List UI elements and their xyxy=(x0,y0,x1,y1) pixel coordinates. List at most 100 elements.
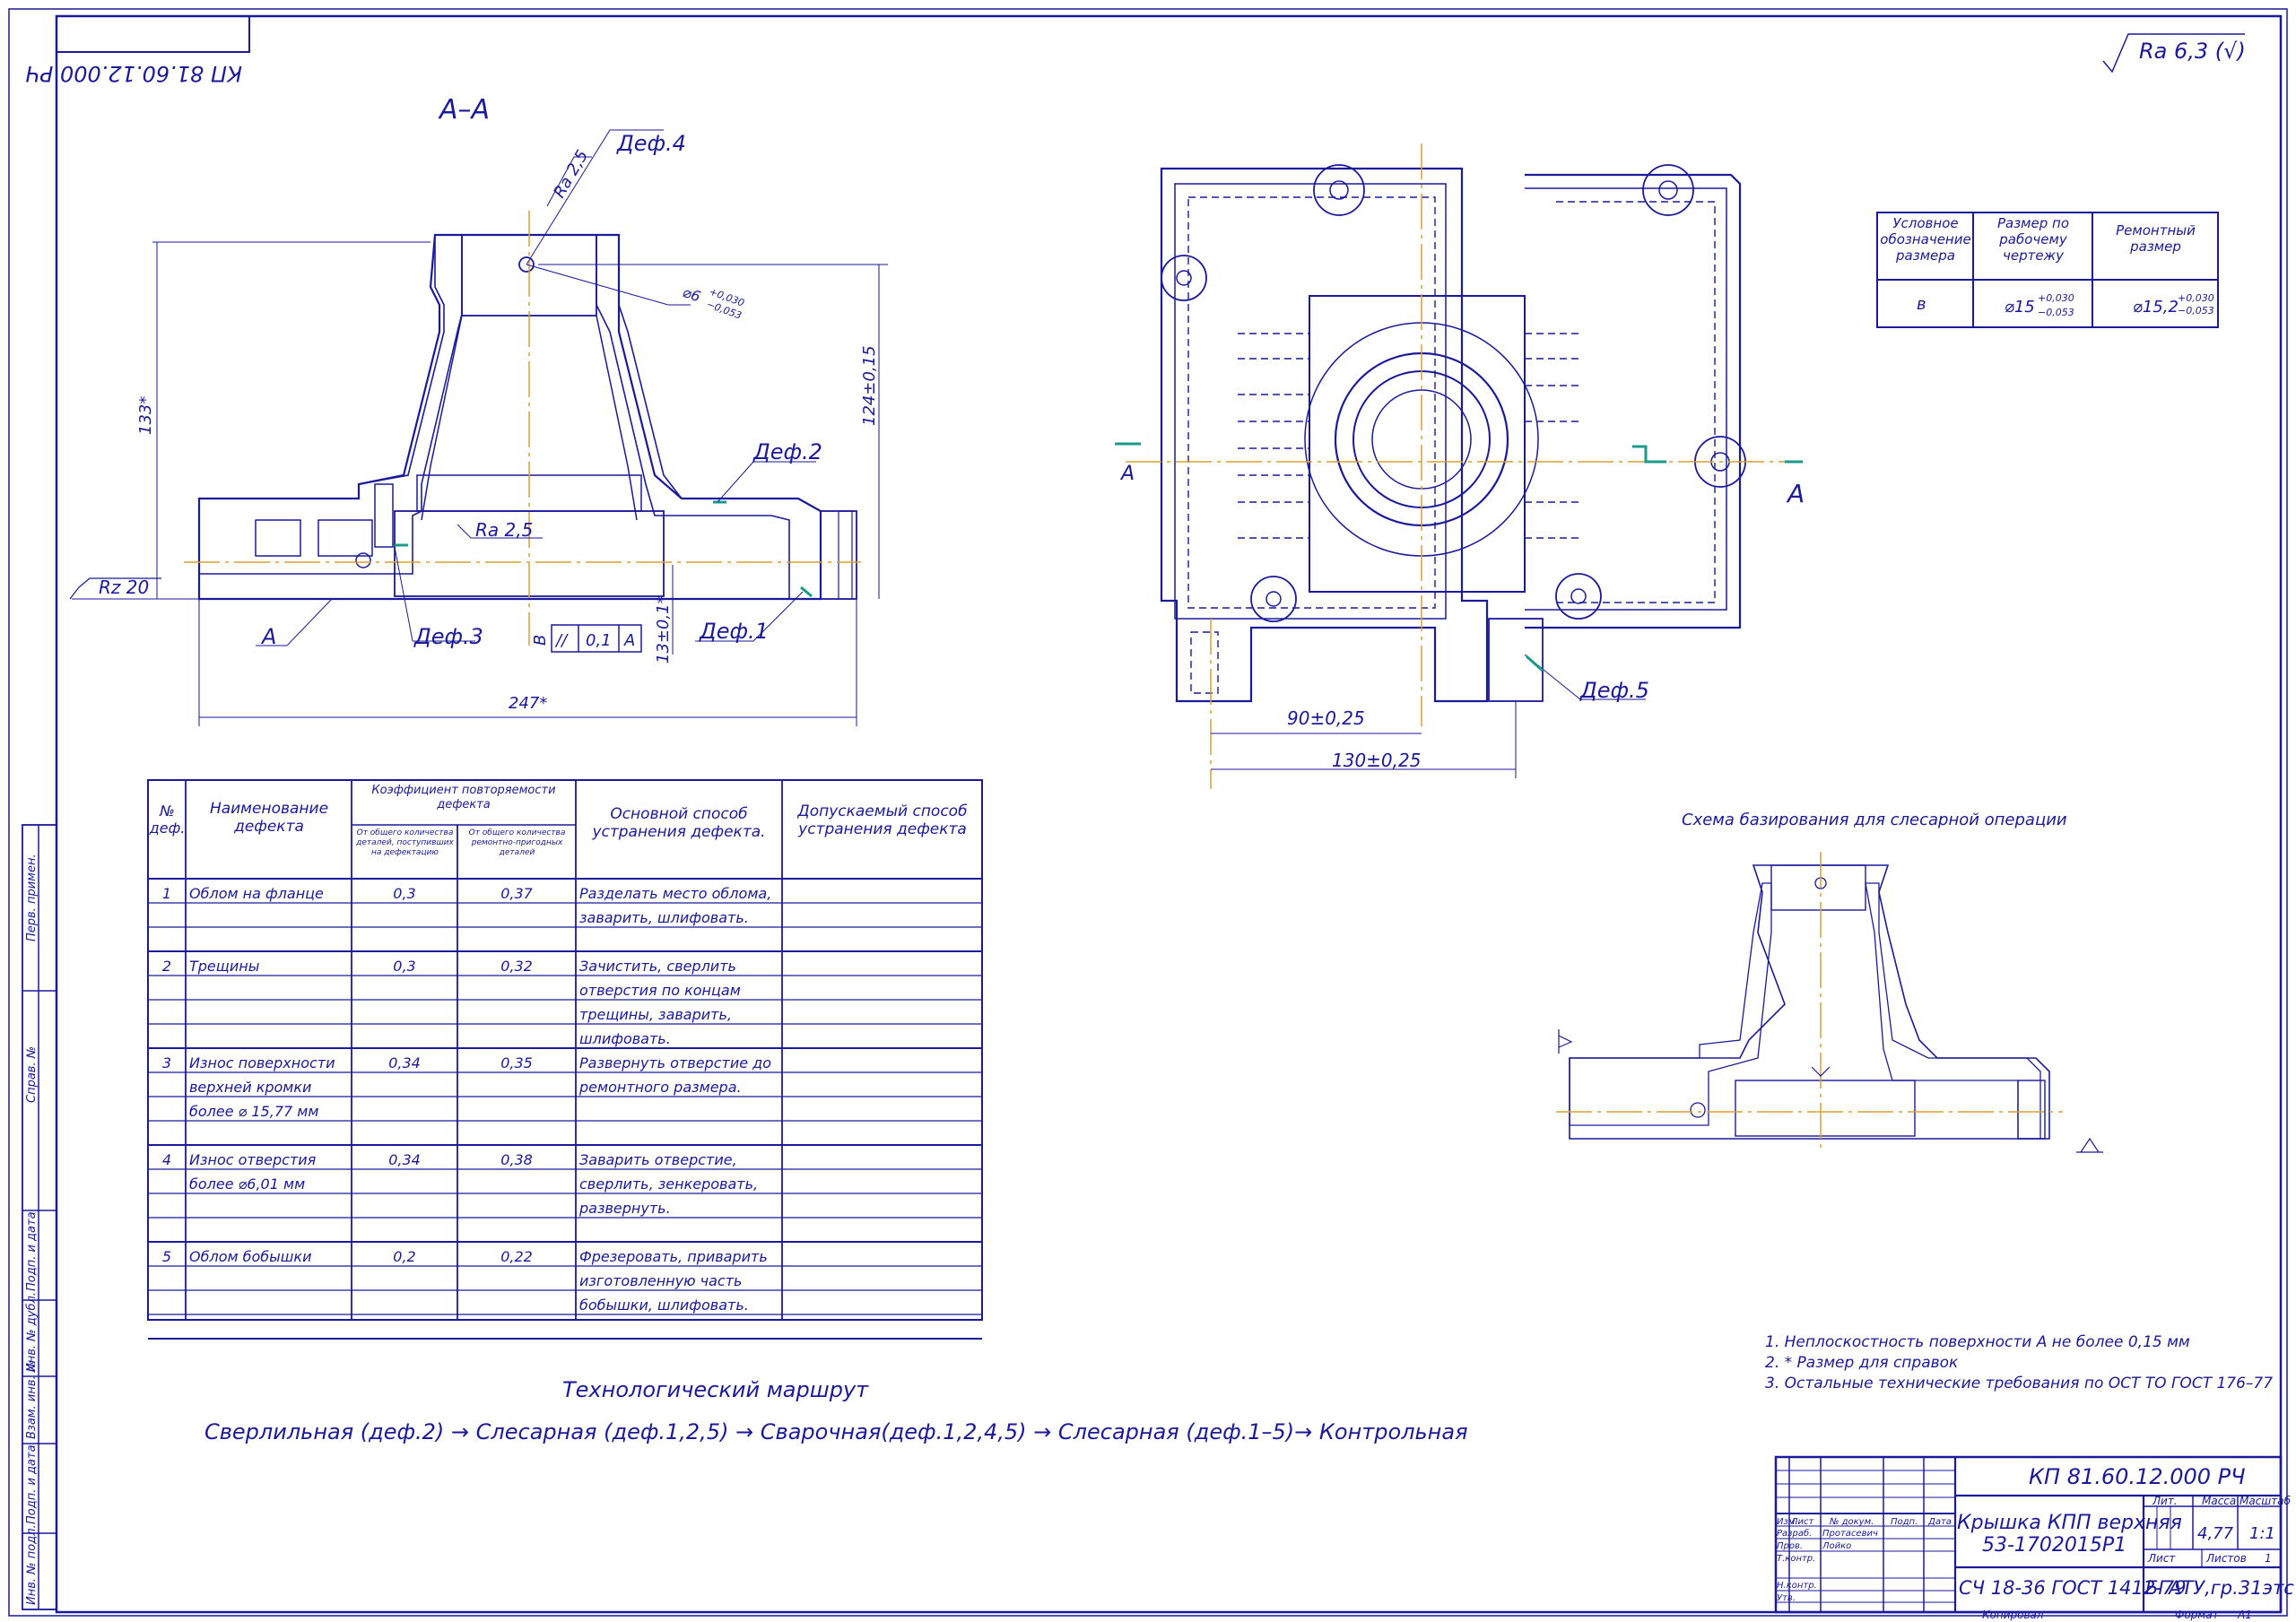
tb-prov-name: Лойко xyxy=(1822,1541,1851,1551)
defect-fix: Разделать место облома, заварить, шлифов… xyxy=(579,885,772,926)
defect-coef-b: 0,22 xyxy=(500,1248,533,1265)
size-table-h2: Размер по рабочему чертежу xyxy=(1996,215,2070,264)
defect-fix: Заварить отверстие, сверлить, зенкероват… xyxy=(579,1151,759,1217)
dim-13: 13±0,1* xyxy=(654,595,673,664)
defect-coef-a: 0,3 xyxy=(393,885,416,902)
defect-name: Облом на фланце xyxy=(189,885,324,902)
def1-label: Деф.1 xyxy=(699,619,769,644)
tb-r-tkontr: Т.контр. xyxy=(1777,1554,1815,1564)
route-text: Сверлильная (деф.2) → Слесарная (деф.1,2… xyxy=(204,1419,1468,1444)
size-work-dn: −0,053 xyxy=(2038,307,2074,318)
size-table-h3: Ремонтный размер xyxy=(2116,222,2196,255)
drawing-sheet: КП 81.60.12.000 РЧ Ra 6,3 (√) А–А Деф.4 … xyxy=(8,8,2294,1621)
note-3: 3. Остальные технические требования по О… xyxy=(1765,1375,2273,1392)
size-work: ⌀15 xyxy=(2005,298,2035,317)
defect-fix: Зачистить, сверлить отверстия по концам … xyxy=(579,958,741,1047)
tb-col-sign: Подп. xyxy=(1891,1517,1918,1527)
route-title: Технологический маршрут xyxy=(562,1377,869,1402)
size-repair: ⌀15,2 xyxy=(2133,298,2179,317)
defect-no: 2 xyxy=(161,958,172,975)
plan-view xyxy=(1115,143,1803,789)
tol-sym: // xyxy=(554,631,569,650)
tb-col-doc: № докум. xyxy=(1829,1517,1874,1527)
tb-r-nkontr: Н.контр. xyxy=(1777,1581,1817,1591)
defect-fix: Фрезеровать, приварить изготовленную час… xyxy=(579,1248,768,1314)
defect-coef-b: 0,35 xyxy=(500,1054,533,1071)
strip-7: Инв. № подл. xyxy=(25,1524,39,1605)
defect-name: Облом бобышки xyxy=(189,1248,312,1265)
tb-org: БГАТУ,гр.31этс xyxy=(2145,1577,2294,1599)
roughness-general-text: Ra 6,3 (√) xyxy=(2139,39,2246,64)
strip-3: Подп. и дата xyxy=(25,1211,39,1291)
dim-90: 90±0,25 xyxy=(1287,707,1365,729)
defect-h-allowed: Допускаемый способ устранения дефекта xyxy=(797,802,968,838)
size-repair-dn: −0,053 xyxy=(2178,305,2214,317)
defect-coef-a: 0,34 xyxy=(388,1151,421,1168)
defect-coef-b: 0,32 xyxy=(500,958,533,975)
def4-label: Деф.4 xyxy=(616,131,686,156)
defect-h-no: № деф. xyxy=(149,802,186,837)
size-symbol: в xyxy=(1917,295,1926,314)
tb-razrab-name: Протасевич xyxy=(1822,1529,1878,1539)
strip-1: Перв. примен. xyxy=(25,854,39,941)
defect-h-coef: Коэффициент повторяемости дефекта xyxy=(371,784,556,811)
scheme-view xyxy=(1556,852,2103,1153)
tb-name-2: 53-1702015Р1 xyxy=(1982,1534,2126,1557)
strip-6: Подп. и дата xyxy=(25,1444,39,1524)
defect-name: Трещины xyxy=(189,958,260,975)
tb-scale-label: Масштаб xyxy=(2239,1495,2292,1507)
tb-col-list: Лист xyxy=(1790,1517,1815,1527)
strip-5: Взам. инв. № xyxy=(25,1360,39,1439)
tol-val: 0,1 xyxy=(586,631,612,650)
defect-no: 1 xyxy=(161,885,172,902)
size-work-up: +0,030 xyxy=(2038,292,2074,304)
tb-mass-label: Масса xyxy=(2202,1495,2236,1507)
tb-lit-label: Лит. xyxy=(2152,1495,2178,1507)
defect-h-main: Основной способ устранения дефекта. xyxy=(592,805,766,841)
defect-h-name: Наименование дефекта xyxy=(209,800,329,836)
defect-no: 5 xyxy=(161,1248,172,1265)
plan-arrow-a-left: А xyxy=(1119,463,1135,485)
note-1: 1. Неплоскостность поверхности А не боле… xyxy=(1765,1333,2190,1351)
def3-label: Деф.3 xyxy=(413,624,483,649)
tb-format: А1 xyxy=(2237,1609,2252,1621)
dim-133: 133* xyxy=(136,396,155,435)
strip-4: Инв. № дубл. xyxy=(25,1292,39,1372)
tb-sheets-label: Листов xyxy=(2205,1552,2247,1565)
base-a-label: А xyxy=(260,624,276,649)
tb-r-prov: Пров. xyxy=(1777,1541,1803,1551)
defect-fix: Развернуть отверстие до ремонтного разме… xyxy=(579,1054,771,1096)
tb-name-1: Крышка КПП верхняя xyxy=(1957,1512,2182,1534)
def5-label: Деф.5 xyxy=(1579,678,1649,703)
dim-130: 130±0,25 xyxy=(1332,750,1421,771)
tb-mass: 4,77 xyxy=(2197,1524,2234,1543)
defect-name: Износ поверхности верхней кромки более ⌀… xyxy=(189,1054,335,1120)
rotated-stamp-box xyxy=(56,15,250,53)
defect-coef-b: 0,37 xyxy=(500,885,533,902)
tb-format-label: Формат xyxy=(2175,1609,2220,1621)
defect-name: Износ отверстия более ⌀6,01 мм xyxy=(189,1151,317,1193)
defect-no: 4 xyxy=(161,1151,172,1168)
tb-scale: 1:1 xyxy=(2249,1524,2275,1543)
section-label: А–А xyxy=(438,94,490,126)
tb-sheets: 1 xyxy=(2265,1552,2272,1565)
defect-coef-a: 0,2 xyxy=(393,1248,416,1265)
tb-col-date: Дата xyxy=(1927,1517,1952,1527)
note-2: 2. * Размер для справок xyxy=(1765,1354,1959,1372)
base-b-label: В xyxy=(531,635,550,646)
strip-2: Справ. № xyxy=(25,1046,39,1103)
defect-coef-a: 0,3 xyxy=(393,958,416,975)
hole-dim-label: ⌀6 xyxy=(681,283,703,306)
rz20-label: Rz 20 xyxy=(99,577,149,598)
defect-table-body: 1 Облом на фланце 0,3 0,37 Разделать место о… xyxy=(161,885,772,1314)
defect-no: 3 xyxy=(161,1054,172,1071)
tol-base: А xyxy=(623,631,635,650)
dim-124: 124±0,15 xyxy=(860,345,879,426)
size-table-h1: Условное обозначение размера xyxy=(1880,215,1971,264)
defect-coef-a: 0,34 xyxy=(388,1054,421,1071)
defect-coef-b: 0,38 xyxy=(500,1151,533,1168)
def2-label: Деф.2 xyxy=(752,439,822,464)
size-repair-up: +0,030 xyxy=(2178,292,2214,304)
tb-r-utv: Утв. xyxy=(1777,1593,1796,1603)
tb-code: КП 81.60.12.000 РЧ xyxy=(2029,1464,2246,1489)
